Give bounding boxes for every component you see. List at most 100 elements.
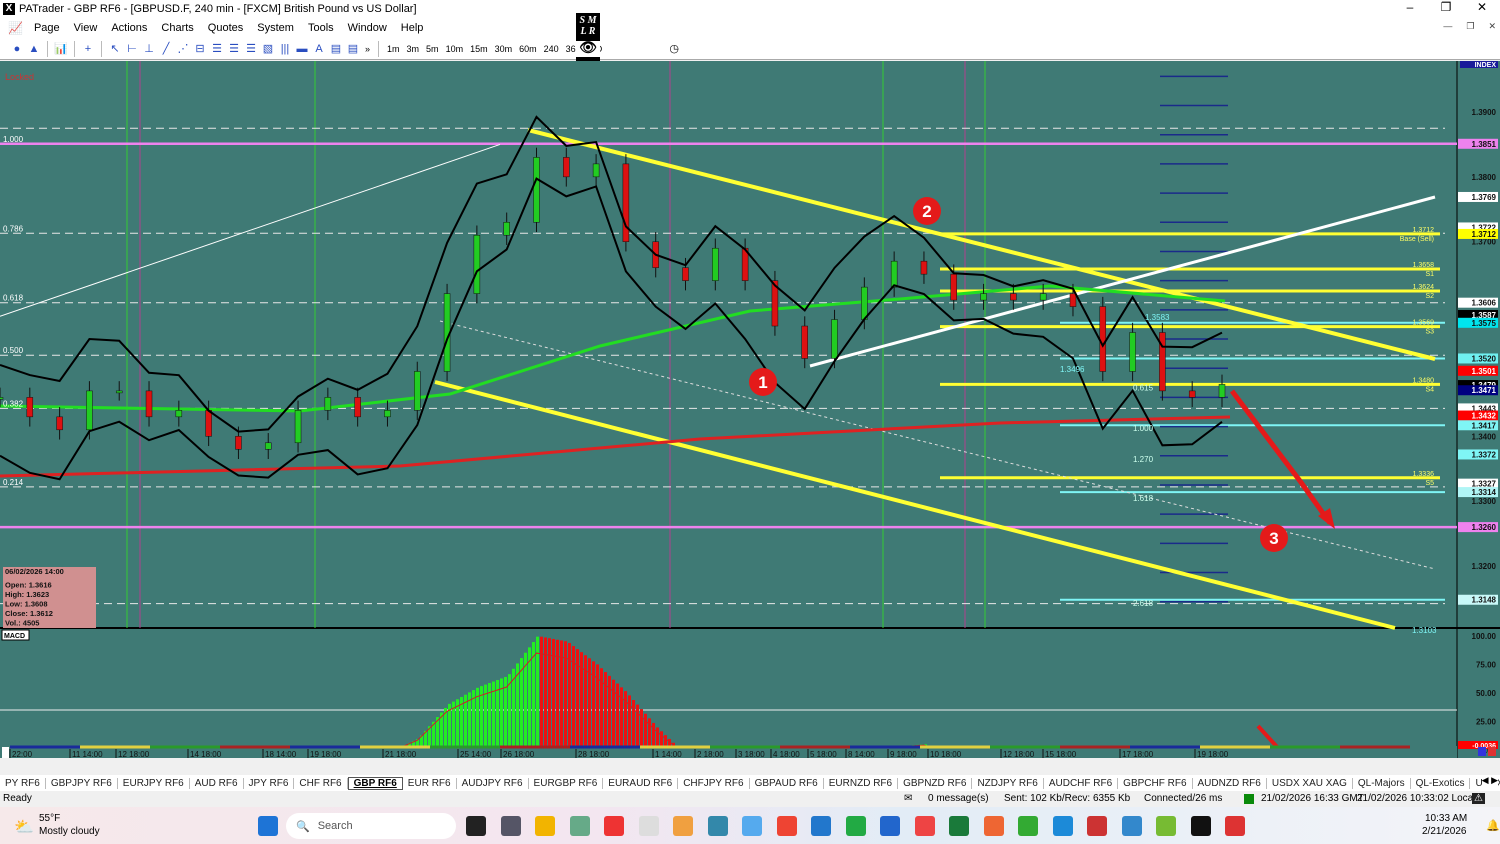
taskbar-app-icon[interactable] (466, 816, 486, 836)
symbol-tab[interactable]: CHF RF6 (294, 777, 348, 789)
minimize-button[interactable]: – (1392, 0, 1428, 14)
taskbar-app-icon[interactable] (1052, 816, 1073, 836)
menu-window[interactable]: Window (341, 22, 394, 34)
symbol-tab[interactable]: EURJPY RF6 (118, 777, 190, 789)
taskbar-app-icon[interactable] (914, 816, 935, 836)
drawing-tool-icon[interactable]: ⊥ (142, 42, 156, 56)
menu-actions[interactable]: Actions (104, 22, 154, 34)
symbol-tab[interactable]: GBPJPY RF6 (46, 777, 118, 789)
menu-help[interactable]: Help (394, 22, 431, 34)
symbol-tab[interactable]: QL-Majors (1353, 777, 1411, 789)
mail-icon[interactable]: ✉ (904, 793, 912, 804)
mdi-minimize-button[interactable]: — (1443, 21, 1452, 32)
taskbar-app-icon[interactable] (1156, 816, 1176, 836)
drawing-tool-icon[interactable]: ||| (278, 42, 292, 56)
menu-system[interactable]: System (250, 22, 301, 34)
taskbar-app-icon[interactable] (845, 816, 866, 836)
menu-quotes[interactable]: Quotes (201, 22, 250, 34)
smlr-logo[interactable]: S ML R 👁 (576, 13, 600, 61)
taskbar-app-icon[interactable] (983, 816, 1004, 836)
symbol-tab[interactable]: AUDJPY RF6 (457, 777, 529, 789)
drawing-tool-icon[interactable]: ☰ (227, 42, 241, 56)
price-chart[interactable]: Locked INDEX 1.000 0.786 0.618 0.500 0.382 0.21… (0, 61, 1500, 788)
drawing-tool-icon[interactable]: ▲ (27, 42, 41, 56)
taskbar-app-icon[interactable] (638, 816, 659, 836)
symbol-tab[interactable]: USDX XAU XAG (1267, 777, 1353, 789)
symbol-tab[interactable]: EURGBP RF6 (529, 777, 604, 789)
zoom-out-button[interactable] (1488, 747, 1496, 756)
taskbar-app-icon[interactable] (811, 816, 831, 836)
timeframe-5m-button[interactable]: 5m (424, 44, 441, 54)
taskbar-app-icon[interactable] (569, 816, 590, 836)
taskbar-app-icon[interactable] (1018, 816, 1038, 836)
drawing-tool-icon[interactable]: ▬ (295, 42, 309, 56)
drawing-tool-icon[interactable]: 📊 (54, 42, 68, 56)
taskbar-app-icon[interactable] (742, 816, 762, 836)
drawing-tool-icon[interactable]: A (312, 42, 326, 56)
taskbar-app-icon[interactable] (707, 816, 728, 836)
symbol-tab[interactable]: NZDJPY RF6 (972, 777, 1044, 789)
drawing-tool-icon[interactable]: ╱ (159, 42, 173, 56)
drawing-tool-icon[interactable]: + (81, 42, 95, 56)
timeframe-3m-button[interactable]: 3m (405, 44, 422, 54)
drawing-tool-icon[interactable]: ⋰ (176, 42, 190, 56)
symbol-tab[interactable]: CHFJPY RF6 (678, 777, 750, 789)
taskbar-app-icon[interactable] (604, 816, 624, 836)
drawing-tool-icon[interactable]: ⊟ (193, 42, 207, 56)
eye-icon[interactable]: 👁 (576, 41, 600, 57)
symbol-tab[interactable]: QL-Exotics (1411, 777, 1471, 789)
symbol-tab[interactable]: EURNZD RF6 (824, 777, 899, 789)
symbol-tab[interactable]: GBP RF6 (347, 776, 403, 790)
symbol-tab[interactable]: PY RF6 (0, 777, 46, 789)
symbol-tab[interactable]: GBPCHF RF6 (1118, 777, 1193, 789)
clock-icon[interactable]: ◷ (667, 42, 681, 56)
alert-icon[interactable]: ⚠ (1472, 793, 1485, 804)
timeframe-1m-button[interactable]: 1m (385, 44, 402, 54)
timeframe-10m-button[interactable]: 10m (444, 44, 466, 54)
notification-bell-icon[interactable]: 🔔 (1486, 819, 1500, 832)
taskbar-app-icon[interactable] (500, 816, 521, 836)
menu-tools[interactable]: Tools (301, 22, 341, 34)
symbol-tab[interactable]: AUD RF6 (190, 777, 244, 789)
chart-canvas[interactable]: Locked INDEX 1.000 0.786 0.618 0.500 0.382 0.21… (0, 61, 1500, 788)
taskbar-app-icon[interactable] (673, 816, 693, 836)
drawing-tool-icon[interactable]: ● (10, 42, 24, 56)
drawing-tool-icon[interactable]: ▤ (346, 42, 360, 56)
zoom-in-button[interactable] (1478, 747, 1486, 756)
drawing-tool-icon[interactable]: ☰ (210, 42, 224, 56)
timeframe-60m-button[interactable]: 60m (517, 44, 539, 54)
symbol-tab[interactable]: JPY RF6 (244, 777, 295, 789)
mdi-restore-button[interactable]: ❐ (1466, 21, 1474, 32)
toolbar-overflow-button[interactable]: » (363, 44, 372, 54)
drawing-tool-icon[interactable]: ↖ (108, 42, 122, 56)
taskbar-app-icon[interactable] (1190, 816, 1211, 836)
taskbar-search[interactable]: 🔍 Search (286, 813, 456, 839)
timeframe-15m-button[interactable]: 15m (468, 44, 490, 54)
close-button[interactable]: ✕ (1464, 0, 1500, 14)
taskbar-app-icon[interactable] (1087, 816, 1107, 836)
drawing-tool-icon[interactable]: ☰ (244, 42, 258, 56)
taskbar-app-icon[interactable] (1225, 816, 1245, 836)
symbol-tab[interactable]: EURAUD RF6 (603, 777, 679, 789)
symbol-tab[interactable]: AUDNZD RF6 (1193, 777, 1267, 789)
menu-view[interactable]: View (67, 22, 105, 34)
taskbar-app-icon[interactable] (535, 816, 555, 836)
windows-start-icon[interactable] (258, 816, 278, 836)
taskbar-app-icon[interactable] (949, 816, 969, 836)
taskbar-app-icon[interactable] (880, 816, 900, 836)
maximize-button[interactable]: ❐ (1428, 0, 1464, 14)
timeframe-240-button[interactable]: 240 (542, 44, 561, 54)
symbol-tab[interactable]: AUDCHF RF6 (1044, 777, 1119, 789)
symbol-tab[interactable]: GBPAUD RF6 (750, 777, 824, 789)
taskbar-app-icon[interactable] (1121, 816, 1142, 836)
symbol-tab[interactable]: GBPNZD RF6 (898, 777, 973, 789)
menu-charts[interactable]: Charts (154, 22, 200, 34)
mdi-close-button[interactable]: ✕ (1488, 21, 1496, 32)
menu-page[interactable]: Page (27, 22, 67, 34)
drawing-tool-icon[interactable]: ⊢ (125, 42, 139, 56)
drawing-tool-icon[interactable]: ▤ (329, 42, 343, 56)
tab-scroll-arrows[interactable]: ◀ ▶ (1481, 775, 1498, 786)
drawing-tool-icon[interactable]: ▧ (261, 42, 275, 56)
symbol-tab[interactable]: EUR RF6 (403, 777, 457, 789)
timeframe-30m-button[interactable]: 30m (493, 44, 515, 54)
